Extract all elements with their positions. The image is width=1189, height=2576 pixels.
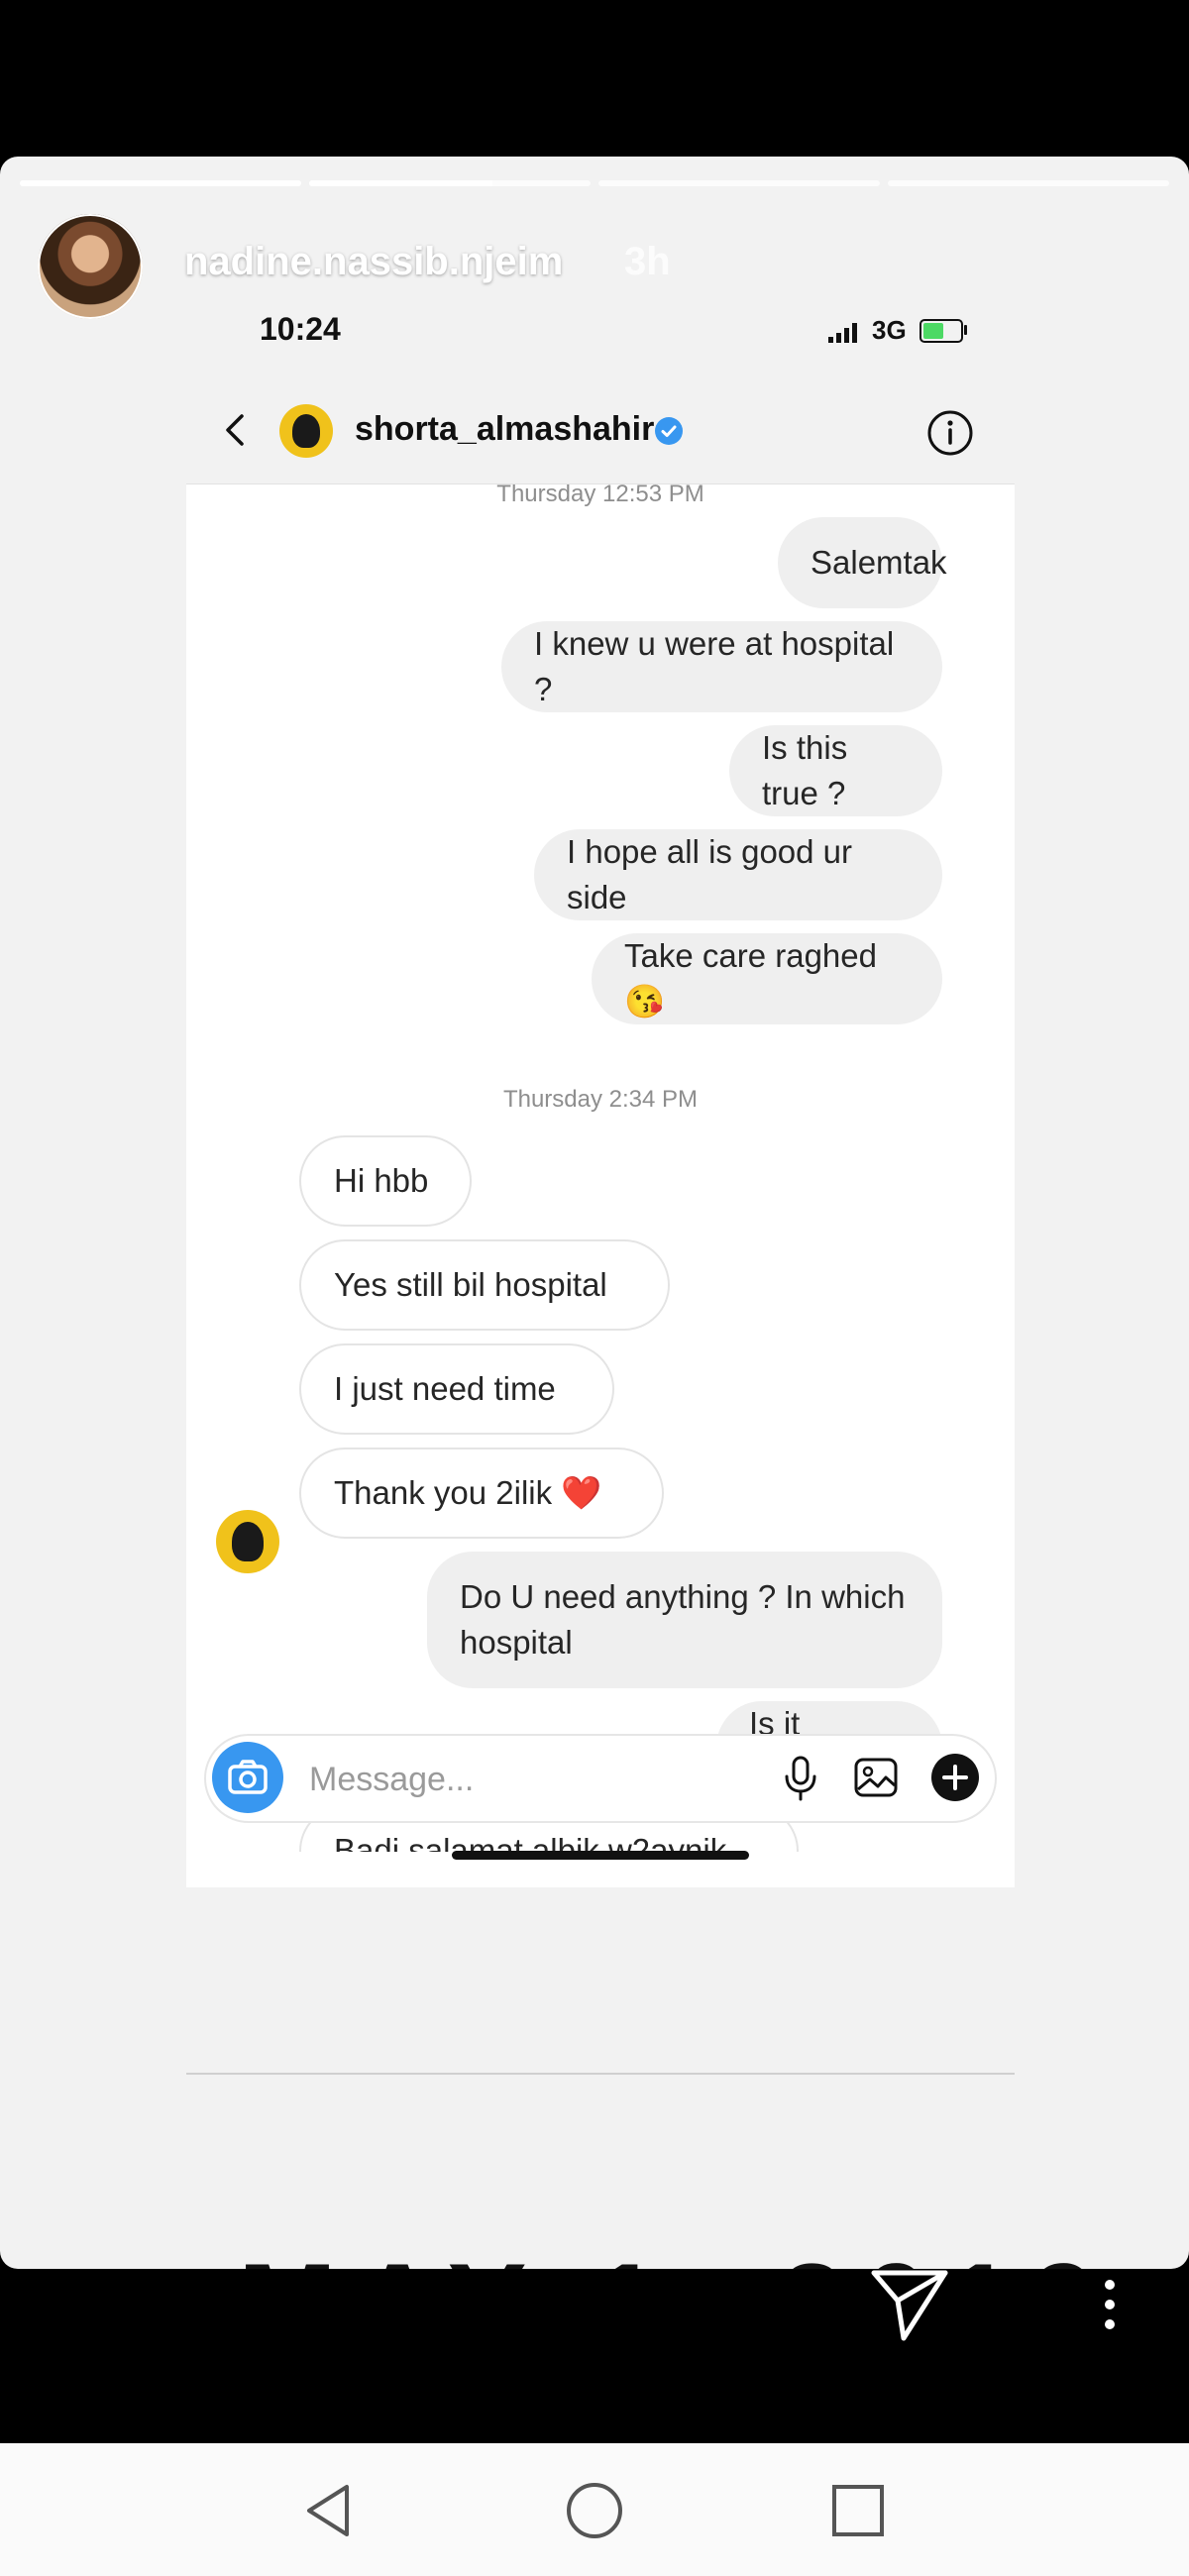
incoming-message[interactable]: I just need time — [299, 1343, 614, 1435]
message-composer — [204, 1734, 997, 1823]
chat-avatar[interactable] — [279, 404, 333, 458]
message-input[interactable] — [307, 1752, 747, 1807]
more-vertical-icon[interactable] — [1090, 2275, 1130, 2334]
send-icon[interactable] — [868, 2265, 951, 2344]
camera-icon — [228, 1760, 268, 1794]
outgoing-message[interactable]: I knew u were at hospital ? — [501, 621, 942, 712]
outgoing-message[interactable]: Is this true ? — [729, 725, 942, 816]
info-icon[interactable] — [925, 408, 975, 458]
android-nav-bar — [0, 2443, 1189, 2576]
incoming-message[interactable]: Thank you 2ilik ❤️ — [299, 1448, 664, 1539]
timestamp: Thursday 2:34 PM — [502, 1086, 699, 1113]
chat-header: shorta_almashahir — [186, 384, 1015, 484]
incoming-message[interactable]: Hi hbb — [299, 1135, 472, 1227]
timestamp: Thursday 12:53 PM — [496, 484, 704, 507]
chat-username[interactable]: shorta_almashahir — [355, 410, 654, 449]
nav-recents-icon[interactable] — [824, 2477, 892, 2544]
plus-circle-icon[interactable] — [927, 1750, 983, 1805]
incoming-message[interactable]: Yes still bil hospital — [299, 1239, 670, 1331]
message-thread[interactable]: Thursday 12:53 PM Salemtak I knew u were… — [186, 484, 1015, 1887]
story-avatar[interactable] — [38, 214, 143, 319]
battery-icon — [919, 319, 963, 343]
home-indicator — [452, 1851, 749, 1860]
chevron-left-icon[interactable] — [216, 410, 256, 450]
story-caption: MAY 1, 2019 — [238, 2237, 1115, 2269]
chat-screenshot: 10:24 3G shorta_almashahir Thursday 12:5… — [186, 157, 1015, 2075]
screenshot-edge — [186, 2073, 1015, 2075]
status-time: 10:24 — [260, 311, 341, 347]
outgoing-message[interactable]: I hope all is good ur side — [534, 829, 942, 920]
microphone-icon[interactable] — [773, 1750, 828, 1805]
gallery-icon[interactable] — [848, 1750, 904, 1805]
sender-avatar[interactable] — [216, 1510, 279, 1573]
outgoing-message[interactable]: Do U need anything ? In which hospital — [427, 1552, 942, 1688]
battery-tip — [964, 325, 967, 335]
nav-home-icon[interactable] — [561, 2477, 628, 2544]
outgoing-message[interactable]: Take care raghed 😘 — [592, 933, 942, 1024]
outgoing-message[interactable]: Salemtak — [778, 517, 947, 608]
camera-button[interactable] — [212, 1742, 283, 1813]
verified-badge-icon — [655, 417, 683, 445]
nav-back-icon[interactable] — [297, 2477, 365, 2544]
story-viewer[interactable]: nadine.nassib.njeim 3h 10:24 3G shorta_a… — [0, 157, 1189, 2269]
network-type: 3G — [872, 315, 907, 345]
status-bar: 10:24 3G — [186, 311, 1015, 371]
signal-icon — [828, 323, 857, 343]
